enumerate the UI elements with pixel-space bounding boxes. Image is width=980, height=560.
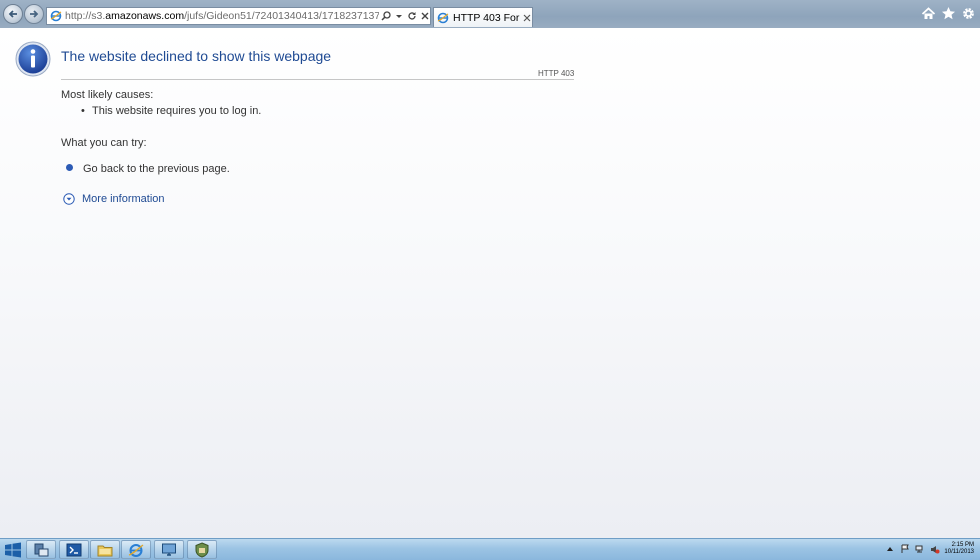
gear-icon [963,8,974,19]
url-text[interactable]: http://s3.amazonaws.com/jufs/Gideon51/72… [65,10,379,22]
ie-favicon-icon [50,10,62,22]
forward-arrow-icon [30,10,39,18]
volume-muted-icon [931,546,940,554]
taskbar-ie-button[interactable] [121,540,151,559]
divider [61,79,574,80]
taskbar-explorer-button[interactable] [90,540,120,559]
info-icon [15,41,51,77]
powershell-icon [66,543,82,556]
tray-network[interactable] [915,544,925,554]
tab-close-button[interactable] [522,13,532,23]
page-title: The website declined to show this webpag… [61,48,332,64]
refresh-button[interactable] [407,9,417,23]
http-status-code: HTTP 403 [538,69,575,78]
ie-favicon-icon [437,12,449,23]
remote-desktop-icon [162,543,176,556]
search-button[interactable] [381,9,391,23]
causes-heading: Most likely causes: [61,89,154,101]
back-arrow-icon [8,10,17,18]
back-button[interactable] [3,4,23,24]
cause-item: This website requires you to log in. [92,105,262,117]
try-item-text: Go back to the previous page. [83,163,230,175]
url-prefix: http://s3. [65,10,106,22]
shield-app-icon [195,541,209,558]
system-tray [885,544,940,554]
taskbar: 2:15 PM 10/11/2013 [0,538,980,560]
favorites-button[interactable] [941,6,956,21]
address-bar[interactable]: http://s3.amazonaws.com/jufs/Gideon51/72… [46,7,431,25]
refresh-icon [408,12,416,20]
taskbar-remote-desktop-button[interactable] [154,540,184,559]
search-icon [381,11,391,21]
server-manager-icon [34,543,49,556]
clock-date: 10/11/2013 [944,549,974,555]
go-back-link[interactable]: Go back to the previous page. [66,163,230,175]
bullet: • [81,105,85,117]
try-heading: What you can try: [61,137,147,149]
home-icon [921,7,936,19]
tray-expand-button[interactable] [885,544,895,554]
tray-volume[interactable] [930,544,940,554]
browser-toolbar: http://s3.amazonaws.com/jufs/Gideon51/72… [0,0,980,28]
windows-start-icon[interactable] [3,542,23,558]
taskbar-server-manager-button[interactable] [26,540,56,559]
star-icon [942,7,955,20]
folder-icon [97,545,113,556]
tools-button[interactable] [961,6,976,21]
url-path: /jufs/Gideon51/72401340413/1718237137120… [184,10,379,22]
tab-title: HTTP 403 Forbi... [453,11,520,24]
more-information-label: More information [82,193,165,205]
internet-explorer-icon [128,543,144,557]
forward-button[interactable] [24,4,44,24]
close-icon [523,14,531,21]
address-dropdown-button[interactable] [394,9,404,23]
tray-action-center[interactable] [900,544,910,554]
bullet-dot-icon [66,163,73,171]
flag-icon [901,544,909,553]
browser-tab[interactable]: HTTP 403 Forbi... [433,7,533,27]
clock-time: 2:15 PM [951,542,974,548]
more-information-toggle[interactable]: More information [63,193,165,205]
network-icon [915,545,923,553]
chevron-up-icon [887,547,893,551]
taskbar-clock[interactable]: 2:15 PM 10/11/2013 [944,542,974,556]
error-page: The website declined to show this webpag… [0,28,980,538]
stop-button[interactable] [420,9,430,23]
chevron-down-icon [396,15,402,18]
home-button[interactable] [921,6,936,21]
taskbar-powershell-button[interactable] [59,540,89,559]
taskbar-app-button[interactable] [187,540,217,559]
chevron-down-circle-icon [63,193,75,205]
close-icon [421,12,429,20]
url-domain: amazonaws.com [105,10,185,22]
